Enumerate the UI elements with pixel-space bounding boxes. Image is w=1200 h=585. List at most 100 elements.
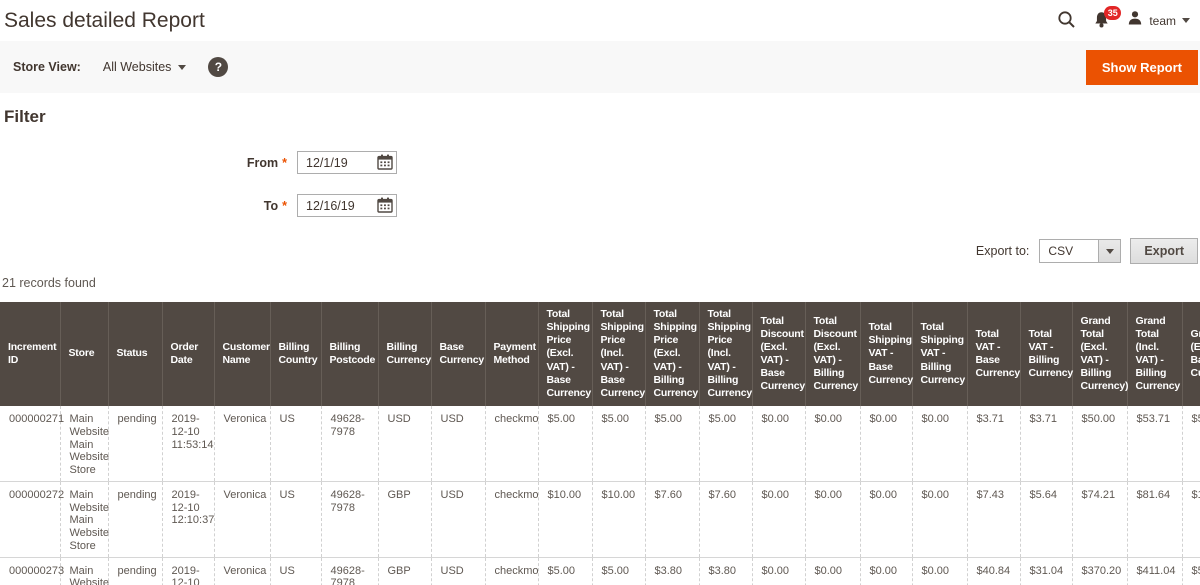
store-view-label: Store View: (13, 60, 81, 74)
column-header: Total VAT - Base Currency (967, 302, 1020, 406)
table-cell: $5.64 (1020, 481, 1072, 557)
table-cell: US (270, 481, 321, 557)
table-cell: USD (431, 481, 485, 557)
filter-form: From* To* (0, 151, 1200, 217)
table-cell: $10.00 (592, 481, 645, 557)
table-cell: $7.43 (967, 481, 1020, 557)
table-cell: 000000272 (0, 481, 60, 557)
table-cell: $0.00 (752, 557, 805, 585)
column-header: Total Shipping VAT - Billing Currency (912, 302, 967, 406)
table-cell: $7.60 (699, 481, 752, 557)
table-cell: $53.71 (1127, 406, 1182, 481)
table-cell: 2019-12-10 12:10:37 (162, 481, 214, 557)
column-header: Billing Country (270, 302, 321, 406)
column-header: Billing Currency (378, 302, 431, 406)
column-header: Total Shipping Price (Incl. VAT) - Base … (592, 302, 645, 406)
column-header: Grand Total (Excl. VAT) - Billing Curren… (1072, 302, 1127, 406)
export-format-arrow-button[interactable] (1099, 239, 1121, 263)
table-cell: 2019-12-10 13:20:58 (162, 557, 214, 585)
user-icon (1127, 10, 1143, 31)
table-cell: 49628-7978 (321, 557, 378, 585)
table-cell: Veronica (214, 406, 270, 481)
column-header: Billing Postcode (321, 302, 378, 406)
chevron-down-icon (178, 65, 186, 70)
table-cell: $5.00 (699, 406, 752, 481)
help-button[interactable]: ? (208, 57, 228, 77)
required-asterisk: * (282, 156, 287, 170)
table-cell: $40.84 (967, 557, 1020, 585)
table-cell: pending (108, 406, 162, 481)
to-calendar-button[interactable] (377, 197, 393, 216)
column-header: Order Date (162, 302, 214, 406)
notifications-button[interactable]: 35 (1093, 11, 1110, 31)
export-to-label: Export to: (976, 244, 1030, 258)
table-cell: 000000273 (0, 557, 60, 585)
column-header: Status (108, 302, 162, 406)
table-cell: $3.80 (645, 557, 699, 585)
table-cell: $50 (1182, 406, 1200, 481)
table-cell: GBP (378, 557, 431, 585)
notification-count-badge: 35 (1104, 6, 1121, 20)
table-cell: US (270, 557, 321, 585)
column-header: Total VAT - Billing Currency (1020, 302, 1072, 406)
table-cell: GBP (378, 481, 431, 557)
table-cell: $5.00 (592, 406, 645, 481)
table-header-row: Increment IDStoreStatusOrder DateCustome… (0, 302, 1200, 406)
table-cell: $370.20 (1072, 557, 1127, 585)
column-header: Total Shipping Price (Excl. VAT) - Base … (538, 302, 592, 406)
to-input-wrap (297, 194, 397, 217)
table-cell: $31.04 (1020, 557, 1072, 585)
column-header: Payment Method (485, 302, 538, 406)
report-table: Increment IDStoreStatusOrder DateCustome… (0, 302, 1200, 585)
table-cell: checkmo (485, 557, 538, 585)
table-cell: $5.00 (645, 406, 699, 481)
table-cell: checkmo (485, 406, 538, 481)
table-cell: 000000271 (0, 406, 60, 481)
table-cell: $0.00 (912, 406, 967, 481)
to-date-row: To* (0, 194, 1200, 217)
table-cell: Main Website Main Website Store (60, 557, 108, 585)
export-format-value: CSV (1039, 239, 1099, 263)
store-view-dropdown[interactable]: All Websites (103, 60, 187, 74)
table-row: 000000273Main Website Main Website Store… (0, 557, 1200, 585)
table-cell: $5.00 (538, 557, 592, 585)
table-cell: $0.00 (805, 481, 860, 557)
from-calendar-button[interactable] (377, 154, 393, 173)
table-cell: $0.00 (912, 481, 967, 557)
table-cell: $0.00 (860, 481, 912, 557)
calendar-icon (377, 201, 393, 216)
column-header: Total Shipping Price (Incl. VAT) - Billi… (699, 302, 752, 406)
column-header: Total Discount (Excl. VAT) - Billing Cur… (805, 302, 860, 406)
table-cell: pending (108, 481, 162, 557)
table-cell: $10 (1182, 481, 1200, 557)
export-button[interactable]: Export (1130, 238, 1198, 264)
table-cell: $10.00 (538, 481, 592, 557)
records-found-text: 21 records found (2, 276, 1200, 290)
store-view-toolbar: Store View: All Websites ? Show Report (0, 41, 1200, 93)
filter-heading: Filter (4, 107, 1200, 127)
export-format-select[interactable]: CSV (1039, 239, 1121, 263)
to-label: To* (0, 199, 287, 213)
table-cell: $50 (1182, 557, 1200, 585)
column-header: Store (60, 302, 108, 406)
calendar-icon (377, 158, 393, 173)
table-cell: $0.00 (860, 406, 912, 481)
column-header: Grand Total (Excl. VAT) - Base Currency (1182, 302, 1200, 406)
search-button[interactable] (1057, 10, 1076, 32)
column-header: Total Discount (Excl. VAT) - Base Curren… (752, 302, 805, 406)
table-cell: pending (108, 557, 162, 585)
table-cell: Main Website Main Website Store (60, 406, 108, 481)
column-header: Increment ID (0, 302, 60, 406)
user-menu[interactable]: team (1127, 10, 1190, 31)
show-report-button[interactable]: Show Report (1086, 50, 1198, 85)
top-header: Sales detailed Report 35 team (0, 0, 1200, 41)
column-header: Total Shipping VAT - Base Currency (860, 302, 912, 406)
table-cell: 2019-12-10 11:53:14 (162, 406, 214, 481)
store-view-selected: All Websites (103, 60, 172, 74)
table-cell: $5.00 (592, 557, 645, 585)
report-table-container: Increment IDStoreStatusOrder DateCustome… (0, 302, 1200, 585)
table-cell: 49628-7978 (321, 406, 378, 481)
table-cell: $5.00 (538, 406, 592, 481)
table-cell: USD (378, 406, 431, 481)
table-cell: $0.00 (752, 406, 805, 481)
